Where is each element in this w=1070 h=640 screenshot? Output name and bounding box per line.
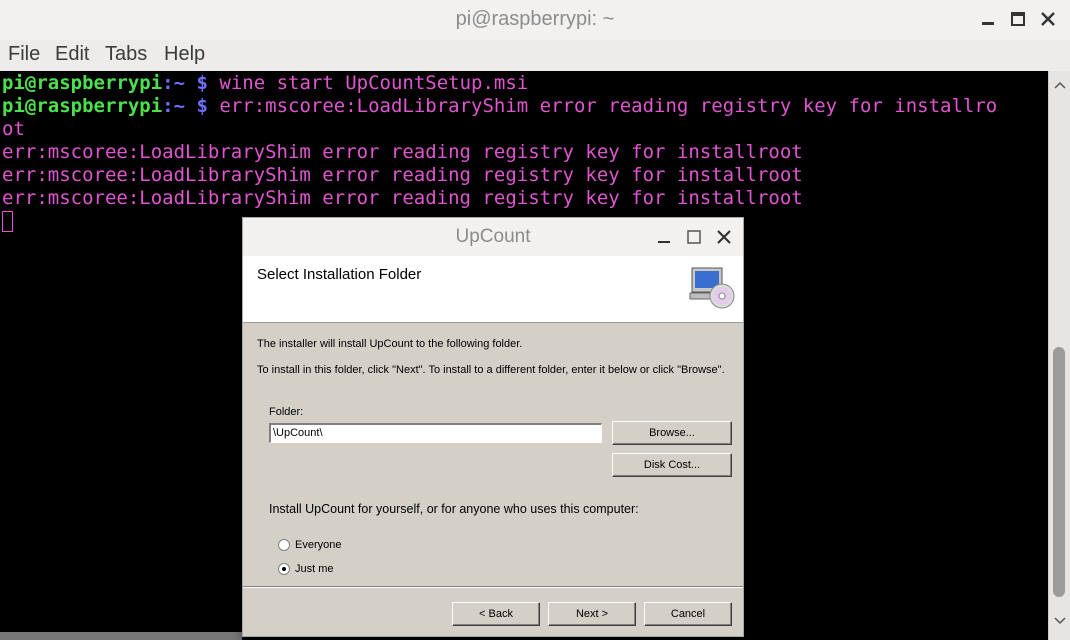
scroll-up-icon[interactable] (1053, 75, 1067, 94)
terminal-line: err:mscoree:LoadLibraryShim error readin… (2, 141, 803, 163)
computer-cd-icon (689, 266, 737, 314)
maximize-icon[interactable] (1007, 8, 1029, 30)
next-button[interactable]: Next > (548, 602, 636, 626)
info-text-2: To install in this folder, click "Next".… (257, 364, 725, 376)
installer-dialog: UpCount Select Installation Folder The i… (242, 217, 744, 637)
terminal-titlebar[interactable]: pi@raspberrypi: ~ (0, 0, 1070, 41)
menu-bar: File Edit Tabs Help (0, 40, 1070, 71)
just-me-label[interactable]: Just me (295, 563, 334, 575)
dialog-titlebar[interactable]: UpCount (243, 218, 743, 256)
menu-edit[interactable]: Edit (55, 43, 89, 66)
terminal-line: pi@raspberrypi:~ $ wine start UpCountSet… (2, 72, 529, 94)
disk-cost-button[interactable]: Disk Cost... (612, 453, 732, 477)
cancel-button[interactable]: Cancel (644, 602, 732, 626)
close-icon[interactable] (1037, 8, 1059, 30)
folder-label: Folder: (269, 406, 304, 418)
terminal-cursor (2, 211, 13, 232)
maximize-icon[interactable] (683, 226, 705, 248)
back-button[interactable]: < Back (452, 602, 540, 626)
terminal-line: pi@raspberrypi:~ $ err:mscoree:LoadLibra… (2, 95, 998, 117)
terminal-line: err:mscoree:LoadLibraryShim error readin… (2, 164, 803, 186)
menu-tabs[interactable]: Tabs (105, 43, 147, 66)
desktop-background (0, 632, 242, 640)
close-icon[interactable] (713, 226, 735, 248)
menu-help[interactable]: Help (164, 43, 205, 66)
just-me-radio[interactable] (278, 563, 290, 575)
browse-button[interactable]: Browse... (612, 421, 732, 445)
footer-divider (243, 586, 743, 588)
scrollbar-thumb[interactable] (1053, 347, 1065, 597)
info-text-1: The installer will install UpCount to th… (257, 338, 523, 350)
scroll-down-icon[interactable] (1053, 611, 1067, 630)
terminal-line: err:mscoree:LoadLibraryShim error readin… (2, 187, 803, 209)
window-title: pi@raspberrypi: ~ (455, 8, 615, 30)
menu-file[interactable]: File (8, 43, 40, 66)
dialog-header: Select Installation Folder (243, 256, 743, 323)
everyone-label[interactable]: Everyone (295, 539, 341, 551)
install-scope-question: Install UpCount for yourself, or for any… (269, 502, 639, 516)
everyone-radio[interactable] (278, 539, 290, 551)
minimize-icon[interactable] (653, 226, 675, 248)
vertical-scrollbar[interactable] (1048, 71, 1070, 640)
radio-selected-dot (282, 567, 286, 571)
minimize-icon[interactable] (977, 8, 999, 30)
dialog-heading: Select Installation Folder (257, 266, 422, 283)
folder-input[interactable]: \UpCount\ (269, 423, 602, 443)
terminal-line: ot (2, 118, 25, 140)
